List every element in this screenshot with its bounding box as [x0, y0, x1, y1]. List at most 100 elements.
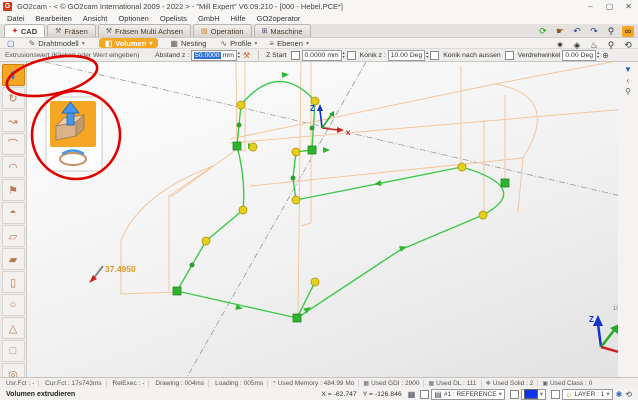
maximize-button[interactable]: ▢: [600, 0, 619, 13]
window-title: GO2cam - < © GO2cam International 2009 -…: [17, 2, 581, 11]
status-used-memory: ◔Used Memory : 484.99 Mo: [268, 380, 359, 387]
cube-tool-button[interactable]: □: [2, 340, 25, 362]
konik-field[interactable]: 10.00 Deg: [388, 50, 425, 61]
color-select[interactable]: ▾: [521, 389, 546, 400]
slab-tool-button[interactable]: ▱: [2, 225, 25, 247]
rib-tool-button[interactable]: ⚑: [2, 179, 25, 201]
zoom-panel-icon[interactable]: ⚲: [625, 87, 631, 96]
cursor-x-coordinate: X = -62.747: [321, 391, 356, 398]
zstart-checkbox[interactable]: [291, 51, 300, 60]
menu-optionen[interactable]: Optionen: [118, 14, 148, 23]
menu-datei[interactable]: Datei: [7, 14, 25, 23]
revolve-tool-button[interactable]: ↻: [2, 87, 25, 109]
menu-bearbeiten[interactable]: Bearbeiten: [36, 14, 72, 23]
tab-maschine[interactable]: ⊞ Maschine: [254, 24, 311, 37]
select-icon[interactable]: ✷: [554, 40, 566, 51]
extrude-tool-button[interactable]: ⬆: [2, 64, 25, 86]
glasses-icon[interactable]: ∞: [622, 26, 634, 37]
verdreh-value[interactable]: 0.00: [565, 52, 578, 59]
ribbon-profile[interactable]: ∿ Profile ▾: [220, 39, 257, 48]
tab-cad[interactable]: ✦ CAD: [4, 24, 45, 37]
tab-label: Fräsen Multi Achsen: [115, 27, 183, 36]
loft-tool-button[interactable]: ◠: [2, 156, 25, 178]
color-checkbox[interactable]: [510, 390, 519, 399]
status-used-class: ▣Used Class : 0: [538, 380, 596, 387]
menu-opelists[interactable]: Opelists: [160, 14, 187, 23]
zstart-field[interactable]: 0.0000 mm: [302, 50, 342, 61]
verdreh-label: Verdrehwinkel: [518, 52, 561, 59]
konik-aussen-checkbox[interactable]: [430, 51, 439, 60]
cylinder-tool-button[interactable]: ▯: [2, 271, 25, 293]
abstand-field[interactable]: 50.0000 mm: [191, 50, 237, 61]
snap-icon[interactable]: ◈: [571, 40, 583, 51]
direction-icon[interactable]: ⚒: [243, 51, 250, 60]
menu-ansicht[interactable]: Ansicht: [83, 14, 108, 23]
settings-icon[interactable]: ✱: [616, 390, 623, 399]
loft-icon: ◠: [8, 161, 18, 174]
chevron-down-icon: ▾: [254, 40, 257, 47]
tab-fraesen-multi-achsen[interactable]: ⚒ Fräsen Multi Achsen: [98, 24, 191, 37]
rotate-view-icon[interactable]: ⟲: [622, 40, 634, 51]
sweep-tool-button[interactable]: ↝: [2, 110, 25, 132]
konik-spinner[interactable]: ▴▾: [426, 51, 428, 59]
viewport-side-panel: ▼ ‹ ⚲: [618, 62, 638, 377]
parameter-bar: Extrusionswert (Klicken oder Wert eingeb…: [0, 48, 638, 62]
viewport-canvas[interactable]: [27, 62, 618, 377]
zoom-window-icon[interactable]: ⚲: [605, 40, 617, 51]
cone-tool-button[interactable]: △: [2, 317, 25, 339]
chevron-down-icon: ▾: [606, 390, 609, 398]
refresh-view-icon[interactable]: ⟲: [625, 390, 632, 399]
abstand-spinner[interactable]: ▴▾: [238, 51, 240, 59]
ribbon-nesting[interactable]: ▦ Nesting: [170, 39, 206, 48]
dome-tool-button[interactable]: ◓: [2, 202, 25, 224]
verdreh-unit: Deg: [581, 52, 593, 59]
tab-operation[interactable]: ▤ Operation: [193, 24, 252, 37]
ribbon-drahtmodell[interactable]: ✎ Drahtmodell ▾: [29, 39, 85, 48]
abstand-value[interactable]: 50.0000: [194, 52, 221, 59]
options-icon[interactable]: ⊕: [602, 51, 609, 60]
sphere-tool-button[interactable]: ○: [2, 294, 25, 316]
reference-checkbox[interactable]: [420, 390, 429, 399]
layer-select[interactable]: ☼ LAYER : 1 ▾: [562, 389, 612, 400]
layer-checkbox[interactable]: [551, 390, 560, 399]
solid-icon: ❖: [486, 380, 491, 387]
minimize-button[interactable]: –: [581, 0, 600, 13]
zstart-value[interactable]: 0.0000: [305, 52, 326, 59]
undo-icon[interactable]: ↶: [571, 26, 583, 37]
filter-icon[interactable]: ▼: [624, 65, 632, 74]
delete-icon[interactable]: ♨: [588, 40, 600, 51]
solid-tool-sidebar: ⬆ ↻ ↝ ⌒ ◠ ⚑ ◓ ▱ ▰ ▯ ○ △ □ ◎: [0, 62, 27, 377]
verdreh-checkbox[interactable]: [505, 51, 514, 60]
menu-gmbh[interactable]: GmbH: [198, 14, 220, 23]
konik-aussen-label: Konik nach aussen: [443, 52, 500, 59]
pipe-tool-button[interactable]: ⌒: [2, 133, 25, 155]
cone-icon: △: [9, 322, 17, 335]
redo-icon[interactable]: ↷: [588, 26, 600, 37]
close-button[interactable]: ✕: [619, 0, 638, 13]
menu-hilfe[interactable]: Hilfe: [231, 14, 246, 23]
tab-fraesen[interactable]: ⚒ Fräsen: [47, 24, 96, 37]
class-icon: ▣: [542, 380, 548, 387]
new-document-icon[interactable]: ▢: [7, 39, 15, 48]
konik-checkbox[interactable]: [347, 51, 356, 60]
zstart-spinner[interactable]: ▴▾: [343, 51, 345, 59]
block-tool-button[interactable]: ▰: [2, 248, 25, 270]
verdreh-field[interactable]: 0.00 Deg: [562, 50, 596, 61]
drahtmodell-icon: ✎: [29, 39, 36, 48]
status-used-solid: ❖Used Solid : 2: [482, 380, 539, 387]
app-icon: G: [3, 2, 12, 11]
chevron-down-icon: ▾: [499, 390, 502, 398]
reference-select[interactable]: ▤ #1 : REFERENCE ▾: [431, 389, 505, 400]
magnifier-icon[interactable]: ⚲: [605, 26, 617, 37]
sync-icon[interactable]: ⟳: [537, 26, 549, 37]
reference-icon: ▤: [434, 390, 442, 399]
grid-toggle-icon[interactable]: ▦: [408, 390, 416, 399]
menu-go2operator[interactable]: GO2operator: [257, 14, 301, 23]
ribbon-ebenen[interactable]: ≡ Ebenen ▾: [269, 39, 309, 48]
verdreh-spinner[interactable]: ▴▾: [597, 51, 599, 59]
hand-icon[interactable]: ☛: [554, 26, 566, 37]
go2cam-window: G GO2cam - < © GO2cam International 2009…: [0, 0, 638, 400]
ribbon-volumen[interactable]: ◧ Volumen ▾: [99, 38, 159, 48]
collapse-panel-icon[interactable]: ‹: [627, 76, 630, 85]
konik-value[interactable]: 10.00: [391, 52, 408, 59]
